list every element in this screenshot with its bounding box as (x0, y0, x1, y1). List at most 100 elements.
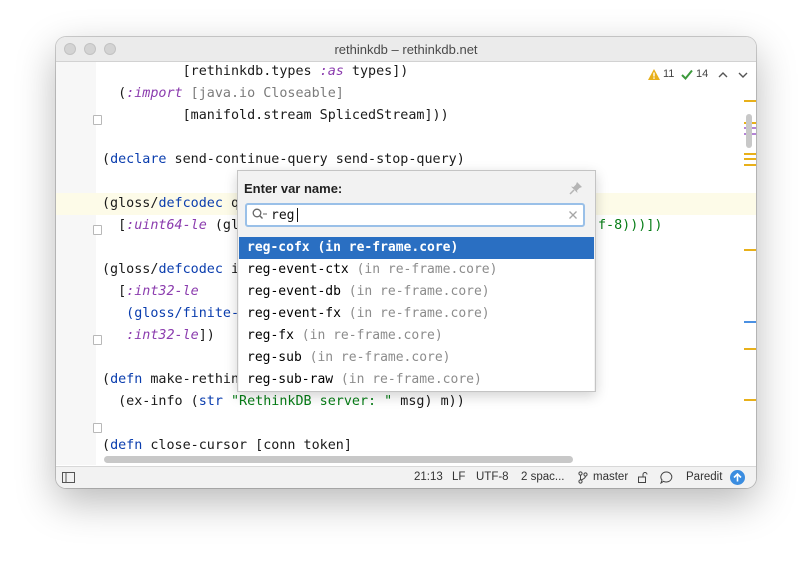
code-token: make-rethin (142, 372, 240, 387)
chevron-down-icon[interactable] (738, 71, 748, 79)
completion-item-namespace: (in re-frame.core) (301, 328, 443, 343)
fold-marker[interactable] (93, 335, 102, 345)
caret-stripe-marker[interactable] (744, 321, 756, 323)
status-bar: 21:13 LF UTF-8 2 spac... master Paredit (56, 466, 756, 488)
completion-item-namespace: (in re-frame.core) (309, 350, 451, 365)
code-token: :int32-le (126, 284, 199, 299)
fold-marker[interactable] (93, 225, 102, 235)
vertical-scrollbar[interactable] (746, 114, 752, 148)
warning-stripe-marker[interactable] (744, 100, 756, 102)
fold-marker[interactable] (93, 115, 102, 125)
code-line[interactable]: [:uint64-le (gl (102, 215, 239, 237)
horizontal-scrollbar[interactable] (104, 456, 573, 463)
code-line[interactable]: (defn make-rethin (102, 369, 239, 391)
code-token: f-8)))]) (598, 218, 663, 233)
code-token: [rethinkdb.types (102, 64, 320, 79)
code-line[interactable]: [:int32-le (102, 281, 199, 303)
code-line[interactable]: (declare send-continue-query send-stop-q… (102, 149, 465, 171)
line-separator[interactable]: LF (452, 471, 465, 483)
completion-item[interactable]: reg-event-db (in re-frame.core) (239, 281, 594, 303)
unlock-icon[interactable] (638, 472, 648, 483)
code-token: ( (102, 86, 127, 101)
code-token: [ (102, 218, 127, 233)
code-line[interactable]: (defn close-cursor [conn token] (102, 435, 352, 457)
code-line[interactable]: (ex-info (str "RethinkDB server: " msg) … (102, 391, 465, 413)
editor-gutter (56, 62, 96, 465)
code-line[interactable]: (gloss/defcodec q (102, 193, 239, 215)
code-token: (gloss/ (102, 262, 159, 277)
code-token: (gloss/ (102, 196, 159, 211)
git-branch[interactable]: master (593, 471, 628, 483)
ide-window: rethinkdb – rethinkdb.net [rethinkdb.typ… (56, 37, 756, 488)
file-encoding[interactable]: UTF-8 (476, 471, 509, 483)
search-icon (252, 208, 267, 219)
ok-indicator[interactable]: 14 (681, 68, 708, 80)
warning-stripe-marker[interactable] (744, 158, 756, 160)
completion-item-namespace: (in re-frame.core) (348, 284, 490, 299)
code-token: ]) (198, 328, 215, 343)
warning-stripe-marker[interactable] (744, 348, 756, 350)
code-line[interactable]: [manifold.stream SplicedStream])) (102, 105, 449, 127)
completion-item[interactable]: reg-cofx (in re-frame.core) (239, 237, 594, 259)
code-token: (gloss/finite- (102, 306, 240, 321)
completion-list[interactable]: reg-cofx (in re-frame.core) reg-event-ctx… (239, 237, 594, 391)
code-line[interactable]: :int32-le]) (102, 325, 215, 347)
code-token: close-cursor [conn token] (142, 438, 352, 453)
code-token: str (198, 394, 223, 409)
completion-item-gap (333, 372, 341, 387)
check-icon (681, 69, 693, 80)
completion-item-gap (349, 262, 357, 277)
code-token: msg) m)) (392, 394, 465, 409)
completion-item-namespace: (in re-frame.core) (317, 240, 459, 255)
code-token: [java.io Closeable] (182, 86, 344, 101)
code-token: :as (319, 64, 344, 79)
event-log-icon[interactable] (660, 471, 673, 484)
code-line[interactable]: (:import [java.io Closeable] (102, 83, 344, 105)
completion-item[interactable]: reg-event-ctx (in re-frame.core) (239, 259, 594, 281)
paredit-mode[interactable]: Paredit (686, 471, 722, 483)
popup-title: Enter var name: (244, 181, 343, 196)
update-icon[interactable] (730, 470, 745, 485)
search-field[interactable] (245, 203, 585, 227)
title-bar: rethinkdb – rethinkdb.net (56, 37, 756, 62)
completion-item-gap (341, 284, 349, 299)
code-line[interactable]: (gloss/finite- (102, 303, 239, 325)
warning-stripe-marker[interactable] (744, 153, 756, 155)
tool-windows-icon[interactable] (62, 472, 75, 483)
warning-stripe-marker[interactable] (744, 164, 756, 166)
window-title: rethinkdb – rethinkdb.net (334, 42, 478, 57)
completion-item-gap (302, 350, 310, 365)
warnings-indicator[interactable]: 11 (648, 68, 674, 80)
completion-item-gap (294, 328, 302, 343)
code-line[interactable]: [rethinkdb.types :as types]) (102, 62, 409, 83)
chevron-up-icon[interactable] (718, 71, 728, 79)
completion-item-name: reg-sub-raw (247, 372, 334, 387)
completion-item-namespace: (in re-frame.core) (340, 372, 482, 387)
completion-item[interactable]: reg-fx (in re-frame.core) (239, 325, 594, 347)
fold-marker[interactable] (93, 423, 102, 433)
git-branch-icon (578, 471, 588, 484)
completion-item-name: reg-cofx (247, 240, 310, 255)
ok-count: 14 (696, 68, 709, 80)
code-token: :import (126, 86, 183, 101)
completion-item-namespace: (in re-frame.core) (356, 262, 498, 277)
var-name-popup: Enter var name: reg-cofx (in re-frame.co… (237, 170, 596, 392)
completion-item-name: reg-event-ctx (247, 262, 349, 277)
completion-item-name: reg-event-db (247, 284, 341, 299)
indent-setting[interactable]: 2 spac... (521, 471, 564, 483)
completion-item[interactable]: reg-event-fx (in re-frame.core) (239, 303, 594, 325)
code-token: [manifold.stream SplicedStream])) (102, 108, 449, 123)
warning-stripe-marker[interactable] (744, 249, 756, 251)
completion-item[interactable]: reg-sub-raw (in re-frame.core) (239, 369, 594, 391)
pin-icon[interactable] (569, 181, 583, 195)
clear-search-icon[interactable] (568, 210, 578, 220)
caret-position[interactable]: 21:13 (414, 471, 443, 483)
warnings-count: 11 (663, 68, 675, 80)
code-token: ( (102, 372, 111, 387)
warning-stripe-marker[interactable] (744, 399, 756, 401)
var-name-input[interactable] (271, 206, 561, 224)
code-line[interactable]: (gloss/defcodec i (102, 259, 239, 281)
code-token: defn (110, 438, 143, 453)
completion-item[interactable]: reg-sub (in re-frame.core) (239, 347, 594, 369)
completion-item-name: reg-event-fx (247, 306, 341, 321)
